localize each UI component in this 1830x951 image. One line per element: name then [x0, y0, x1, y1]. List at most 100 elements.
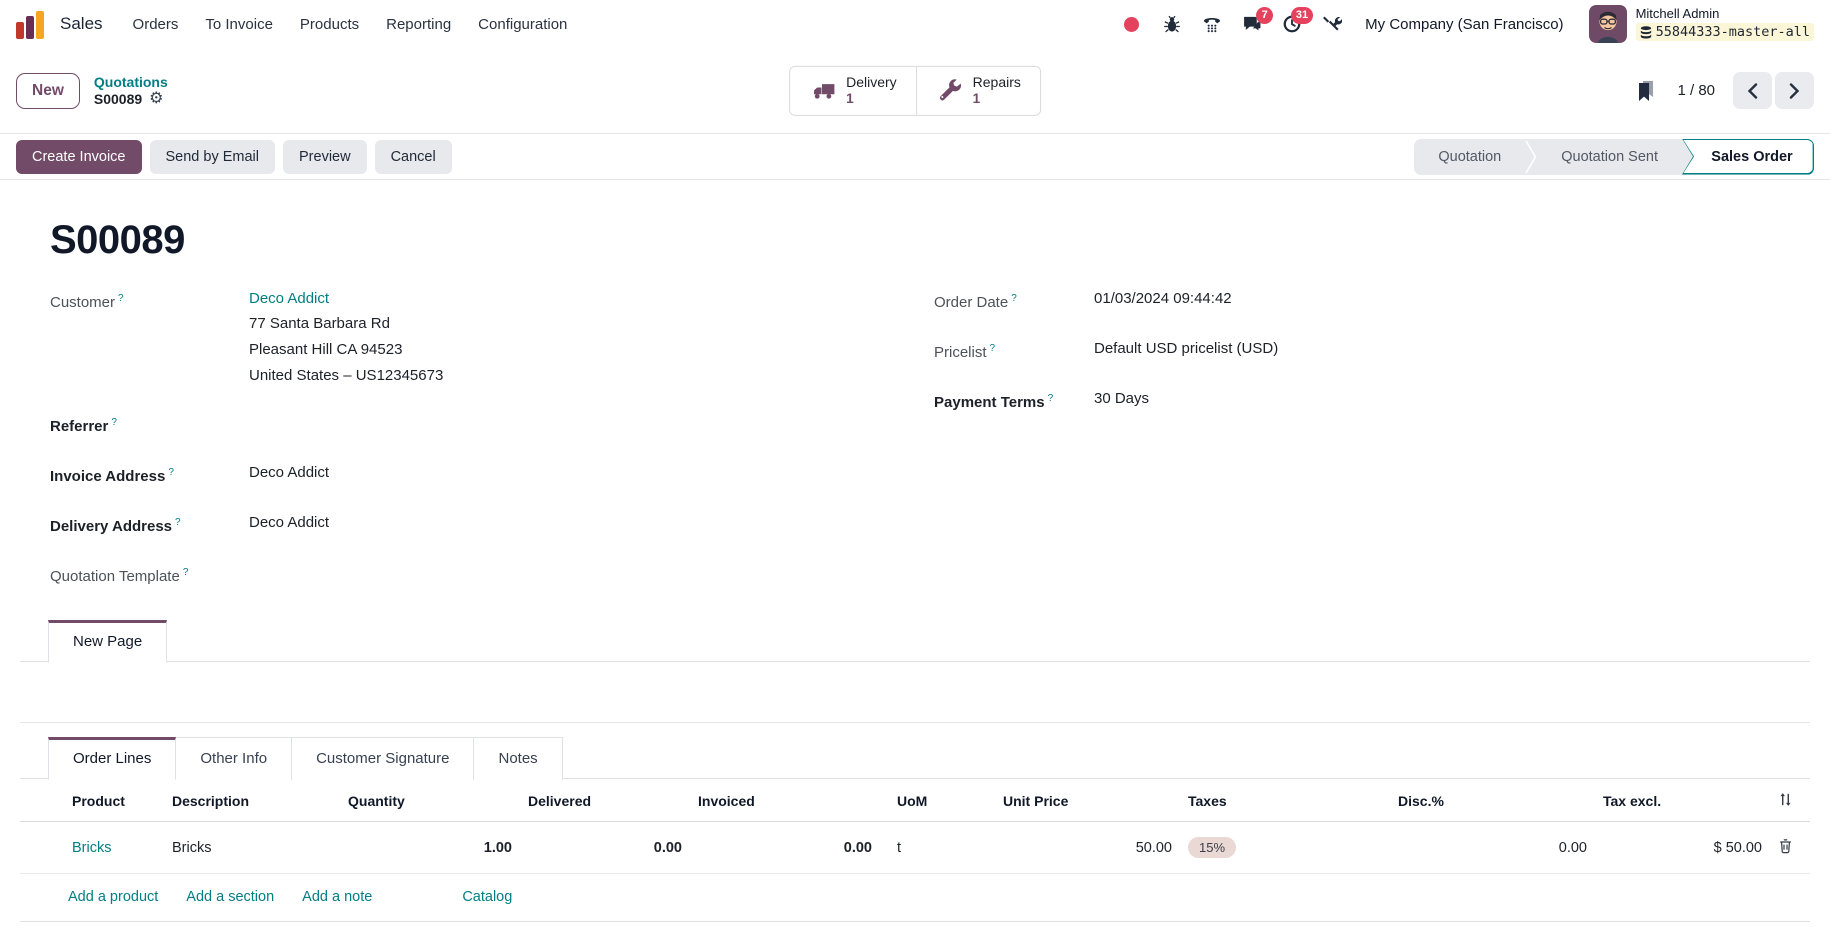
truck-icon	[809, 77, 836, 104]
cancel-button[interactable]: Cancel	[375, 140, 452, 174]
row-unit-price[interactable]: 50.00	[995, 822, 1180, 874]
order-date-value[interactable]: 01/03/2024 09:44:42	[1094, 287, 1232, 315]
state-sales-order[interactable]: Sales Order	[1682, 139, 1814, 175]
tab-order-lines[interactable]: Order Lines	[48, 737, 176, 780]
pager-value: 1 / 80	[1677, 82, 1715, 99]
help-icon: ?	[118, 293, 124, 304]
create-invoice-button[interactable]: Create Invoice	[16, 140, 142, 174]
send-by-email-button[interactable]: Send by Email	[150, 140, 276, 174]
repairs-smart-button[interactable]: Repairs 1	[916, 66, 1040, 114]
col-disc[interactable]: Disc.%	[1390, 779, 1595, 822]
add-note-link[interactable]: Add a note	[302, 889, 372, 905]
menu-to-invoice[interactable]: To Invoice	[205, 16, 273, 33]
help-icon: ?	[168, 467, 174, 478]
optional-columns-icon[interactable]	[1778, 792, 1793, 810]
field-order-date: Order Date? 01/03/2024 09:44:42	[915, 287, 1780, 315]
company-switcher[interactable]: My Company (San Francisco)	[1365, 16, 1563, 33]
user-menu[interactable]: Mitchell Admin 55844333-master-all	[1589, 5, 1814, 43]
field-invoice-address: Invoice Address? Deco Addict	[50, 461, 915, 489]
row-tax-badge[interactable]: 15%	[1188, 837, 1236, 858]
invoice-address-label: Invoice Address	[50, 468, 165, 485]
menu-reporting[interactable]: Reporting	[386, 16, 451, 33]
table-header-row: Product Description Quantity Delivered I…	[20, 779, 1810, 822]
customer-label: Customer	[50, 294, 115, 311]
chevron-left-icon	[1746, 83, 1759, 99]
field-pricelist: Pricelist? Default USD pricelist (USD)	[915, 337, 1780, 365]
col-tax-excl[interactable]: Tax excl.	[1595, 779, 1770, 822]
state-quotation-sent[interactable]: Quotation Sent	[1537, 139, 1682, 175]
field-delivery-address: Delivery Address? Deco Addict	[50, 511, 915, 539]
row-quantity[interactable]: 1.00	[340, 822, 520, 874]
tab-new-page[interactable]: New Page	[48, 620, 167, 663]
record-title: S00089	[50, 180, 1780, 287]
actions-gear-icon[interactable]: ⚙	[149, 91, 163, 107]
database-name: 55844333-master-all	[1636, 23, 1814, 41]
col-description[interactable]: Description	[164, 779, 340, 822]
bug-debug-icon[interactable]	[1161, 14, 1182, 35]
favorite-bookmark-icon[interactable]	[1633, 78, 1659, 104]
voip-phone-icon[interactable]	[1201, 14, 1222, 35]
delete-row-icon[interactable]	[1778, 838, 1793, 857]
menu-configuration[interactable]: Configuration	[478, 16, 567, 33]
order-lines-table: Product Description Quantity Delivered I…	[20, 779, 1810, 874]
pricelist-value[interactable]: Default USD pricelist (USD)	[1094, 337, 1278, 365]
main-menu: Orders To Invoice Products Reporting Con…	[133, 16, 568, 33]
menu-orders[interactable]: Orders	[133, 16, 179, 33]
new-button[interactable]: New	[16, 73, 80, 109]
help-icon: ?	[1048, 393, 1054, 404]
sales-app-icon[interactable]	[16, 9, 44, 39]
messages-icon[interactable]: 7	[1241, 14, 1262, 35]
add-product-link[interactable]: Add a product	[68, 889, 158, 905]
tab-notes[interactable]: Notes	[474, 737, 562, 780]
row-description[interactable]: Bricks	[164, 822, 340, 874]
col-invoiced[interactable]: Invoiced	[690, 779, 880, 822]
pager-previous-button[interactable]	[1733, 72, 1772, 109]
row-uom[interactable]: t	[880, 822, 995, 874]
help-icon: ?	[1011, 293, 1017, 304]
delivery-smart-button[interactable]: Delivery 1	[790, 66, 916, 114]
recording-indicator-icon[interactable]	[1121, 14, 1142, 35]
invoice-address-value[interactable]: Deco Addict	[249, 461, 329, 489]
delivery-count: 1	[846, 91, 897, 108]
col-quantity[interactable]: Quantity	[340, 779, 520, 822]
app-name[interactable]: Sales	[60, 14, 103, 34]
row-delivered[interactable]: 0.00	[520, 822, 690, 874]
col-uom[interactable]: UoM	[880, 779, 995, 822]
col-taxes[interactable]: Taxes	[1180, 779, 1390, 822]
tab-other-info[interactable]: Other Info	[176, 737, 292, 780]
row-disc[interactable]: 0.00	[1390, 822, 1595, 874]
field-customer: Customer? Deco Addict 77 Santa Barbara R…	[50, 287, 915, 389]
wrench-icon	[936, 77, 963, 104]
col-product[interactable]: Product	[64, 779, 164, 822]
add-section-link[interactable]: Add a section	[186, 889, 274, 905]
catalog-link[interactable]: Catalog	[462, 889, 512, 905]
delivery-address-value[interactable]: Deco Addict	[249, 511, 329, 539]
row-invoiced[interactable]: 0.00	[690, 822, 880, 874]
breadcrumb-current: S00089	[94, 91, 142, 107]
delivery-address-label: Delivery Address	[50, 518, 172, 535]
tools-icon[interactable]	[1321, 14, 1342, 35]
repairs-label: Repairs	[973, 73, 1021, 91]
tab-customer-signature[interactable]: Customer Signature	[292, 737, 474, 780]
col-unit-price[interactable]: Unit Price	[995, 779, 1180, 822]
field-payment-terms: Payment Terms? 30 Days	[915, 387, 1780, 415]
order-date-label: Order Date	[934, 294, 1008, 311]
row-product-link[interactable]: Bricks	[72, 840, 111, 856]
order-line-row[interactable]: Bricks Bricks 1.00 0.00 0.00 t 50.00 15%…	[20, 822, 1810, 874]
customer-link[interactable]: Deco Addict	[249, 290, 329, 307]
quotation-template-label: Quotation Template	[50, 568, 180, 585]
payment-terms-label: Payment Terms	[934, 394, 1045, 411]
customer-address: 77 Santa Barbara Rd Pleasant Hill CA 945…	[249, 311, 443, 389]
chevron-right-icon	[1788, 83, 1801, 99]
pager-next-button[interactable]	[1775, 72, 1814, 109]
breadcrumb-quotations[interactable]: Quotations	[94, 74, 168, 90]
preview-button[interactable]: Preview	[283, 140, 367, 174]
top-navbar: Sales Orders To Invoice Products Reporti…	[0, 0, 1830, 48]
user-name: Mitchell Admin	[1636, 7, 1814, 21]
payment-terms-value[interactable]: 30 Days	[1094, 387, 1149, 415]
row-tax-excl: $ 50.00	[1595, 822, 1770, 874]
menu-products[interactable]: Products	[300, 16, 359, 33]
col-delivered[interactable]: Delivered	[520, 779, 690, 822]
state-quotation[interactable]: Quotation	[1414, 139, 1525, 175]
activities-clock-icon[interactable]: 31	[1281, 14, 1302, 35]
